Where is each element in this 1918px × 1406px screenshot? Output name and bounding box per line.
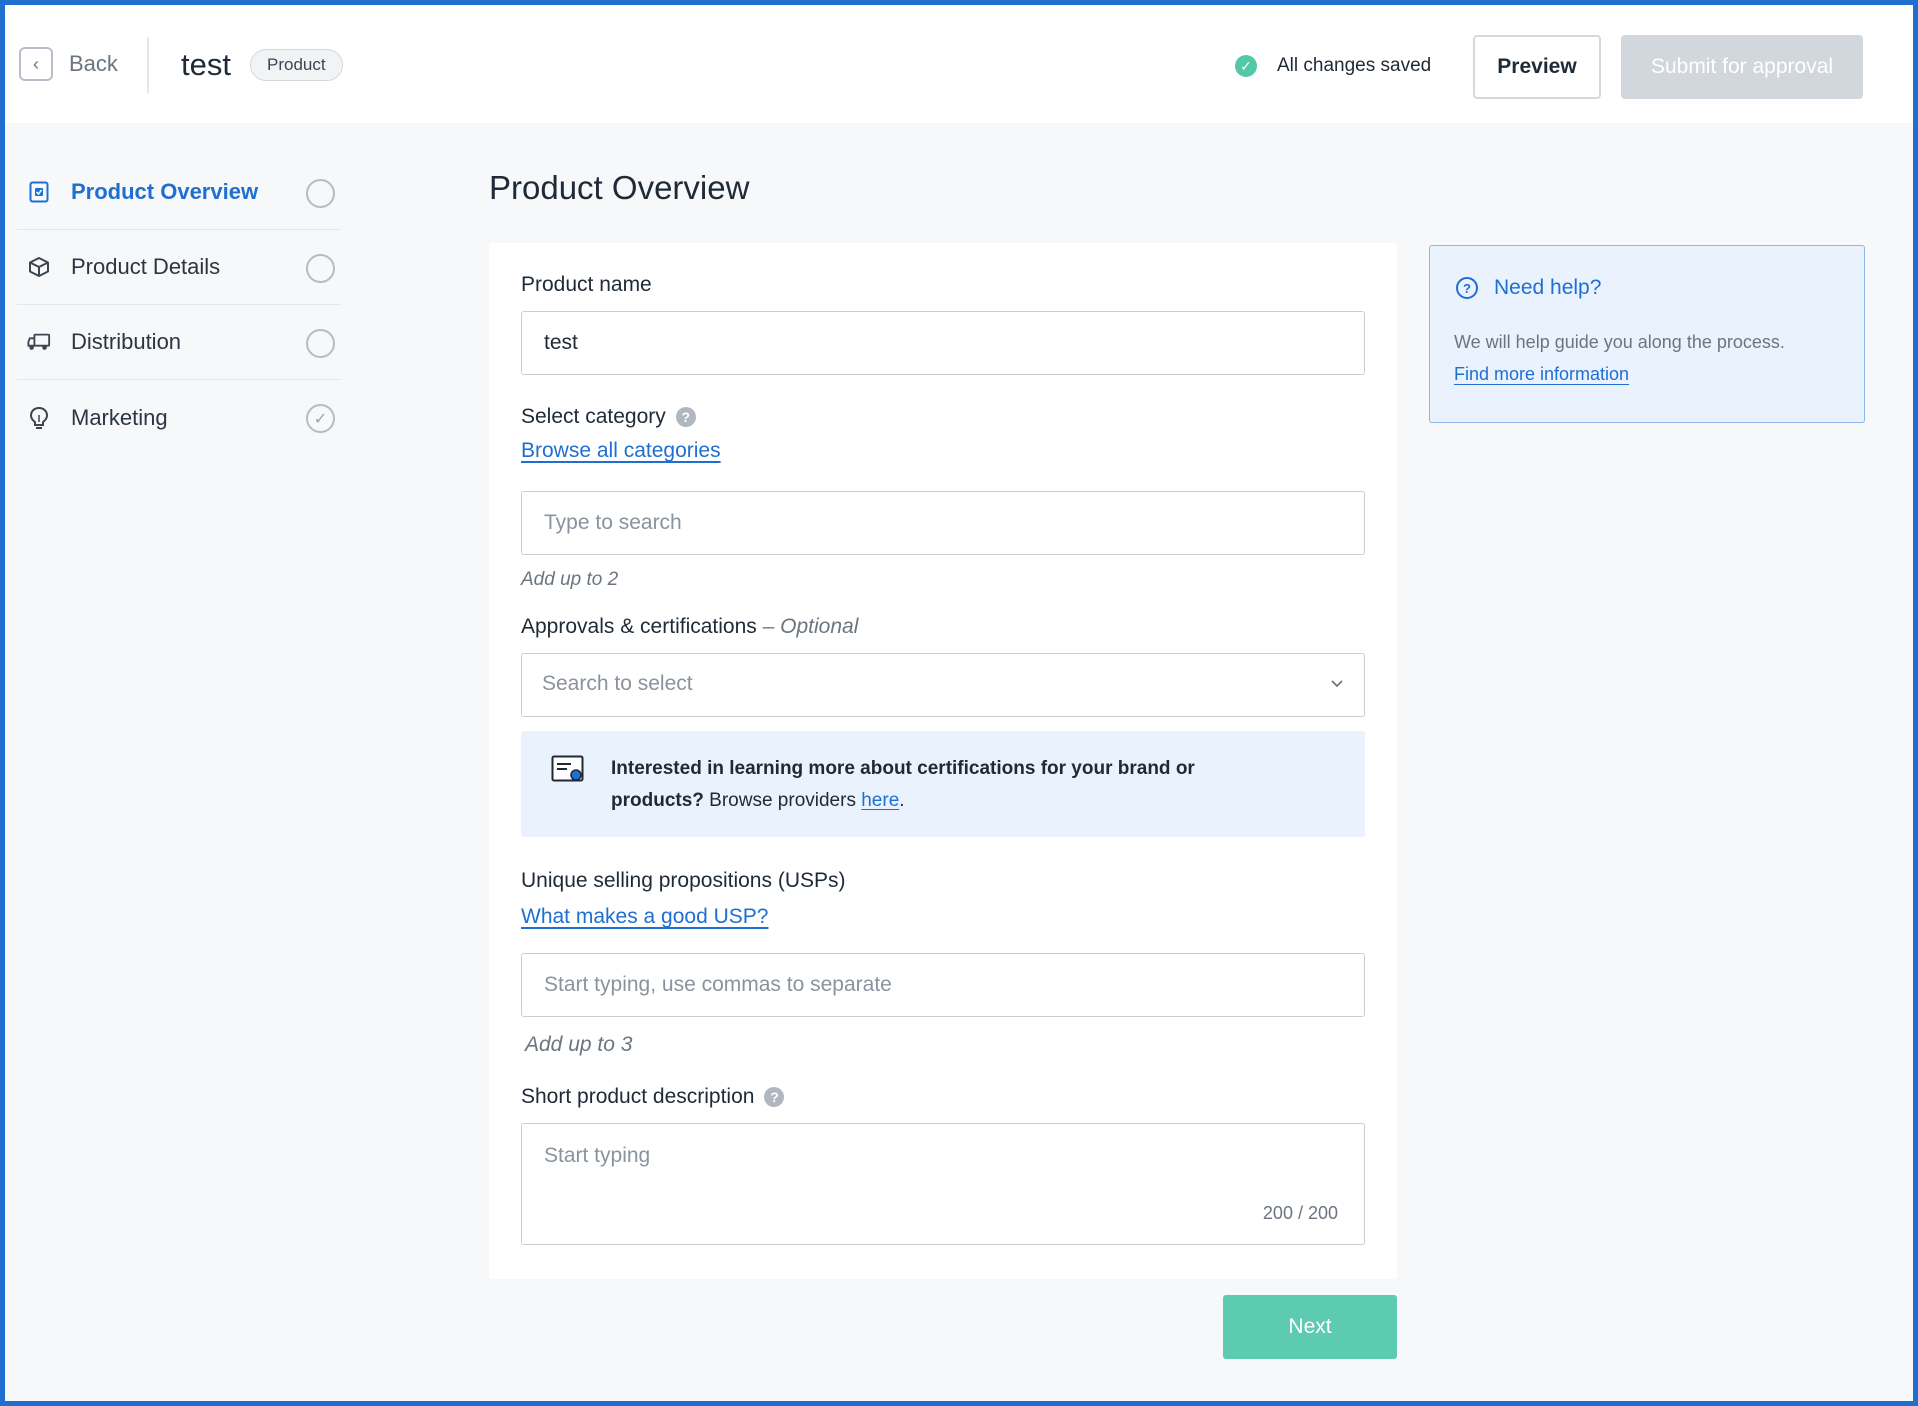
approvals-select-placeholder: Search to select [542,672,693,695]
description-label-text: Short product description [521,1085,755,1108]
usps-input[interactable] [521,953,1365,1017]
description-placeholder: Start typing [544,1144,651,1167]
box-icon [27,255,51,279]
chevron-down-icon [1331,680,1343,688]
back-label: Back [69,51,118,76]
status-circle-icon [306,179,335,208]
browse-categories-link[interactable]: Browse all categories [521,439,721,463]
sidebar-item-distribution[interactable]: Distribution [17,305,341,380]
certificate-icon [551,755,584,782]
sidebar-item-label: Marketing [71,404,168,430]
character-counter: 200 / 200 [1262,1203,1338,1223]
certification-info-end: . [899,790,905,811]
back-button[interactable]: ‹ Back [19,47,118,81]
save-status: ✓ All changes saved [1235,55,1431,77]
good-usp-link[interactable]: What makes a good USP? [521,905,768,929]
question-mark-icon[interactable]: ? [675,407,696,428]
certification-info-box: Interested in learning more about certif… [521,731,1365,837]
find-more-information-link[interactable]: Find more information [1454,364,1629,385]
browse-providers-link[interactable]: here [861,790,899,811]
check-circle-icon: ✓ [1235,55,1257,77]
page-title: test [181,47,231,82]
help-title: ? Need help? [1456,276,1601,300]
check-circle-icon: ✓ [306,404,335,433]
product-name-input[interactable] [521,311,1365,375]
sidebar-item-label: Product Overview [71,179,259,204]
category-search-input[interactable] [521,491,1365,555]
category-hint: Add up to 2 [521,569,619,590]
lightbulb-icon [27,406,51,430]
approvals-select[interactable]: Search to select [521,653,1365,717]
product-name-label: Product name [521,273,652,296]
certification-info-normal: Browse providers [709,790,856,811]
section-heading: Product Overview [489,169,750,206]
sidebar-item-label: Product Details [71,254,221,279]
question-mark-icon[interactable]: ? [764,1087,785,1108]
usps-label: Unique selling propositions (USPs) [521,869,846,892]
certification-info-text: Interested in learning more about certif… [611,753,1251,817]
header-divider [147,37,149,93]
select-category-label-text: Select category [521,405,666,428]
sidebar-item-product-details[interactable]: Product Details [17,230,341,305]
question-circle-icon: ? [1456,277,1478,299]
document-icon [27,180,51,204]
step-sidebar: Product Overview Product Details Distrib… [17,155,341,455]
sidebar-item-marketing[interactable]: Marketing ✓ [17,380,341,455]
status-circle-icon [306,329,335,358]
optional-tag: – Optional [762,615,859,638]
help-title-text: Need help? [1494,276,1602,299]
product-overview-form: Product name Select category? Browse all… [489,243,1397,1279]
save-status-text: All changes saved [1277,55,1432,76]
truck-icon [27,330,51,354]
chevron-left-icon: ‹ [19,47,53,81]
type-badge: Product [250,49,343,81]
help-panel: ? Need help? We will help guide you alon… [1429,245,1865,423]
top-bar: ‹ Back test Product ✓ All changes saved … [5,5,1913,123]
description-textarea[interactable]: Start typing 200 / 200 [521,1123,1365,1245]
approvals-label-text: Approvals & certifications [521,615,757,638]
status-circle-icon [306,254,335,283]
submit-for-approval-button[interactable]: Submit for approval [1621,35,1863,99]
sidebar-item-label: Distribution [71,329,182,354]
preview-button[interactable]: Preview [1473,35,1601,99]
sidebar-item-product-overview[interactable]: Product Overview [17,155,341,230]
usps-hint: Add up to 3 [525,1033,633,1056]
approvals-label: Approvals & certifications – Optional [521,615,858,639]
next-button[interactable]: Next [1223,1295,1397,1359]
description-label: Short product description? [521,1085,785,1109]
help-description: We will help guide you along the process… [1454,332,1785,352]
select-category-label: Select category? [521,405,696,429]
